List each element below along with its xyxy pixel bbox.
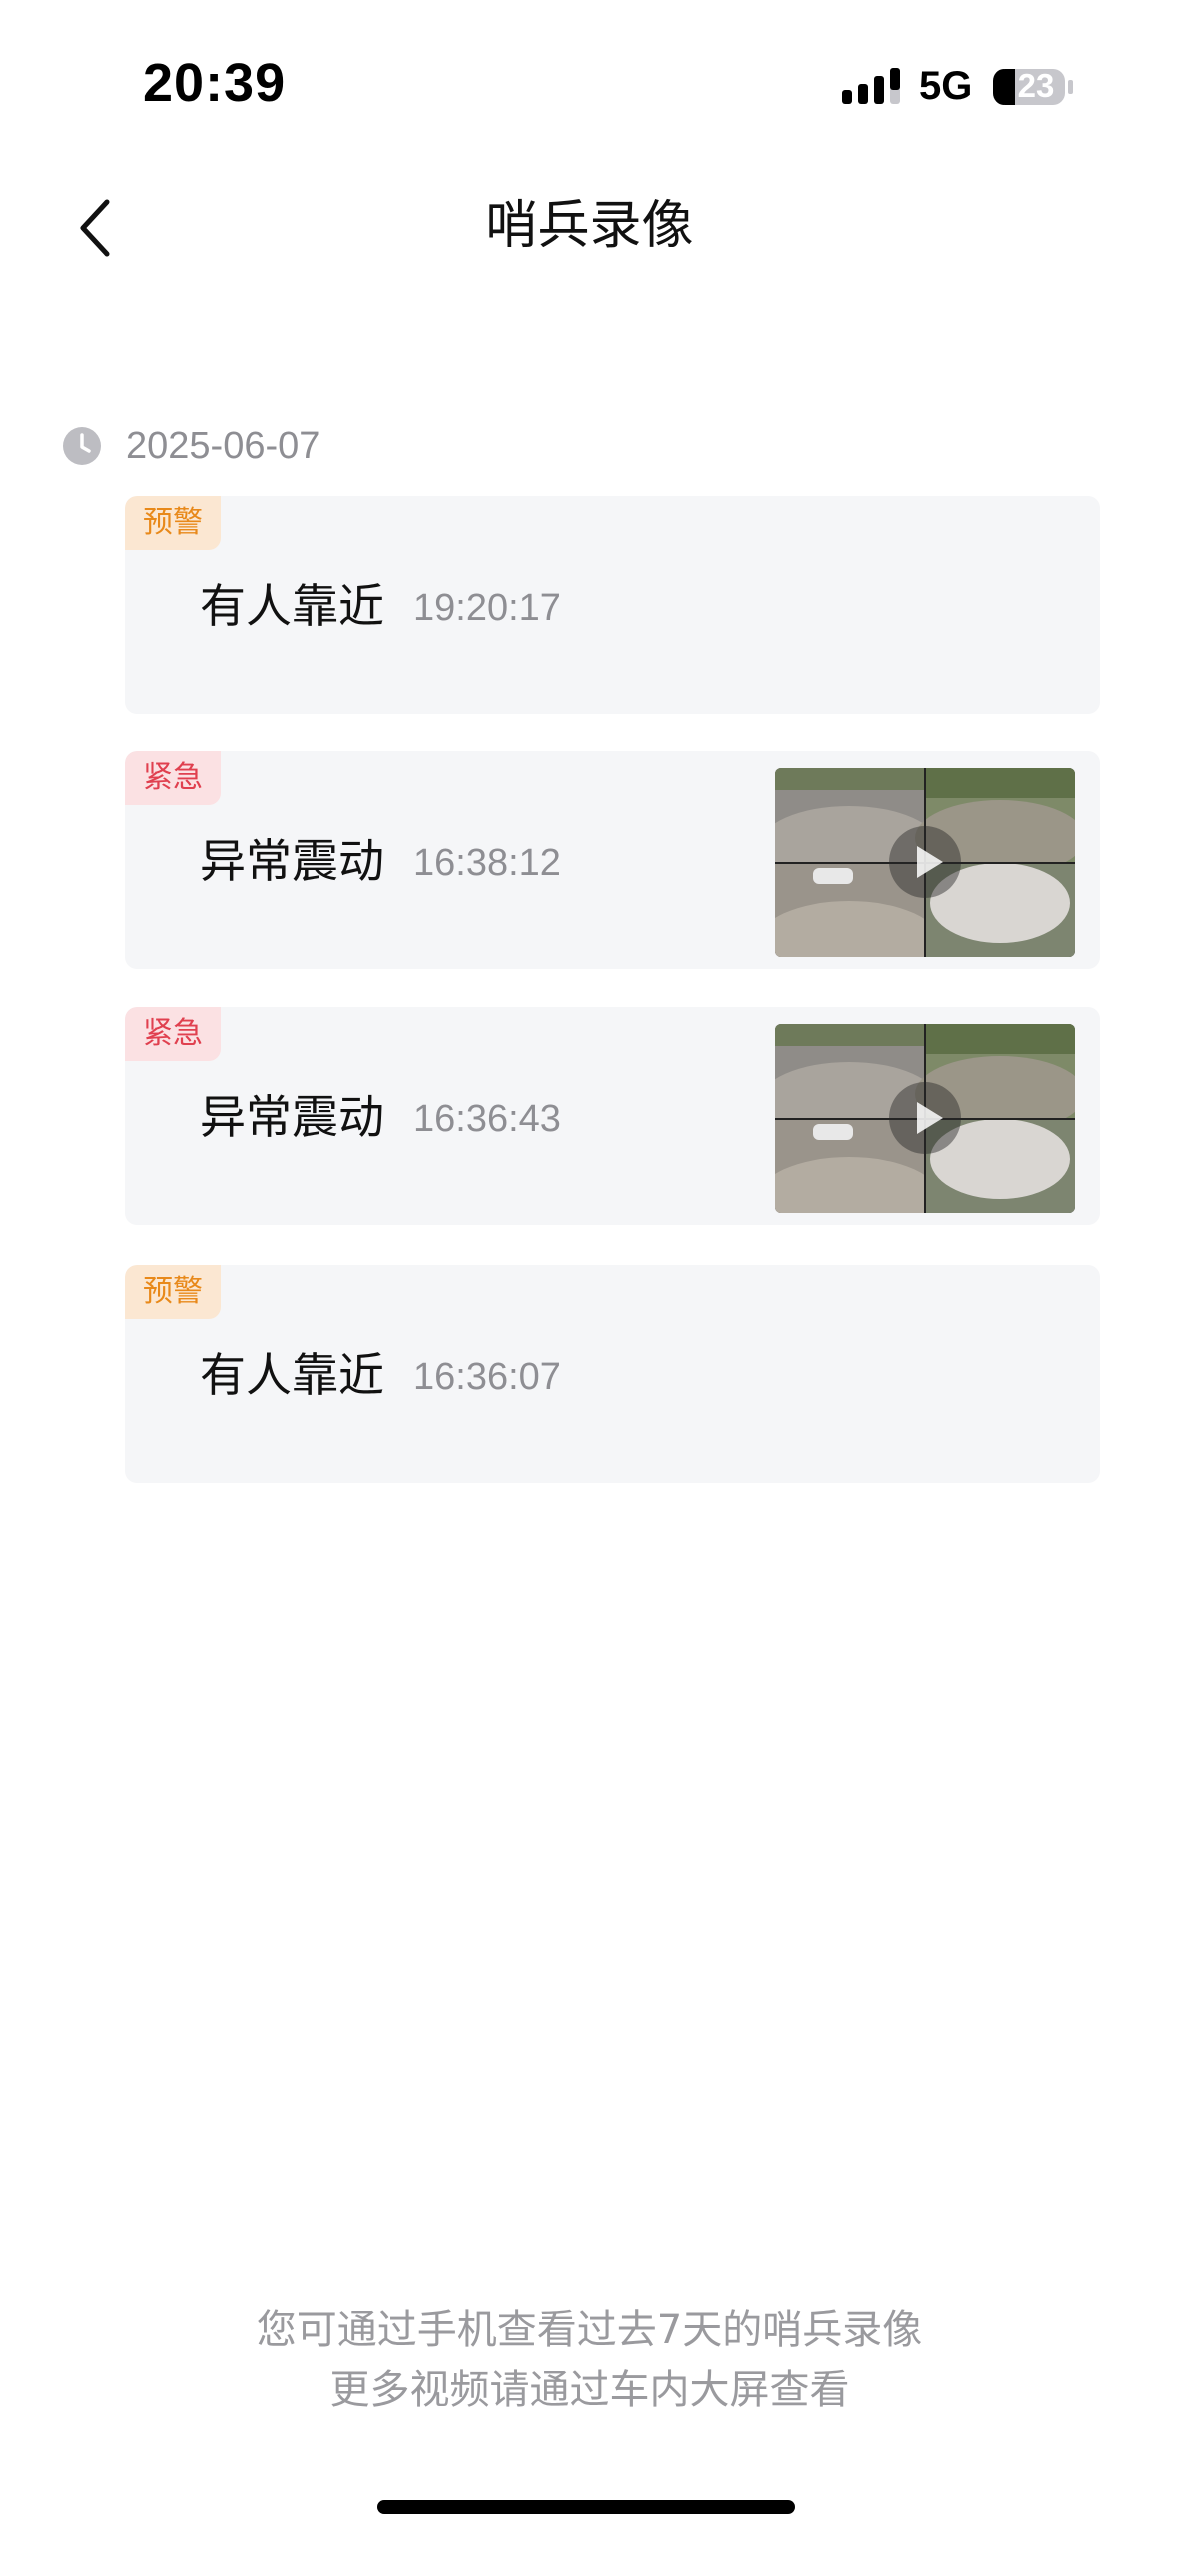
record-card[interactable]: 预警 有人靠近 19:20:17 <box>125 496 1100 714</box>
event-time: 16:36:43 <box>413 1098 561 1140</box>
footer-note: 您可通过手机查看过去7天的哨兵录像 更多视频请通过车内大屏查看 <box>0 2300 1179 2420</box>
event-time: 19:20:17 <box>413 587 561 629</box>
battery-level: 23 <box>1017 67 1055 104</box>
level-badge: 预警 <box>125 496 221 550</box>
level-badge: 紧急 <box>125 1007 221 1061</box>
video-thumbnail[interactable] <box>775 1024 1075 1213</box>
video-thumbnail[interactable] <box>775 768 1075 957</box>
event-time: 16:36:07 <box>413 1356 561 1398</box>
level-badge: 紧急 <box>125 751 221 805</box>
signal-icon <box>842 68 900 104</box>
status-bar: 20:39 5G 23 <box>0 0 1179 170</box>
play-icon[interactable] <box>889 1082 961 1154</box>
network-label: 5G <box>919 64 973 108</box>
record-card[interactable]: 紧急 异常震动 16:38:12 <box>125 751 1100 969</box>
record-card[interactable]: 紧急 异常震动 16:36:43 <box>125 1007 1100 1225</box>
home-indicator[interactable] <box>377 2500 795 2514</box>
footer-line-1: 您可通过手机查看过去7天的哨兵录像 <box>256 2307 923 2353</box>
page-title: 哨兵录像 <box>485 196 694 256</box>
clock-icon <box>63 427 101 465</box>
level-badge: 预警 <box>125 1265 221 1319</box>
record-card[interactable]: 预警 有人靠近 16:36:07 <box>125 1265 1100 1483</box>
event-label: 有人靠近 <box>200 1348 384 1402</box>
event-label: 有人靠近 <box>200 579 384 633</box>
date-group-header: 2025-06-07 <box>62 422 320 470</box>
event-label: 异常震动 <box>200 1090 384 1144</box>
play-icon[interactable] <box>889 826 961 898</box>
event-label: 异常震动 <box>200 834 384 888</box>
date-label: 2025-06-07 <box>126 424 321 467</box>
event-time: 16:38:12 <box>413 842 561 884</box>
footer-line-2: 更多视频请通过车内大屏查看 <box>329 2367 850 2413</box>
status-time: 20:39 <box>143 53 287 113</box>
